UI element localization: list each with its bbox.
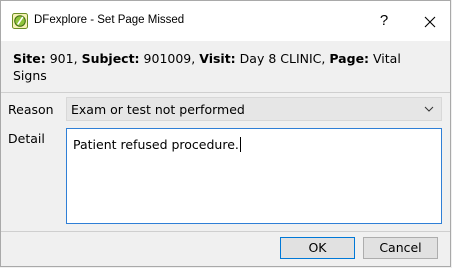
divider <box>1 92 450 93</box>
detail-label: Detail <box>8 131 45 146</box>
visit-label: Visit: <box>199 51 236 66</box>
visit-value: Day 8 CLINIC, <box>239 51 326 66</box>
subject-value: 901009, <box>143 51 196 66</box>
set-page-missed-dialog: DFexplore - Set Page Missed ? Site: 901,… <box>0 0 451 267</box>
detail-text: Patient refused procedure. <box>73 137 239 152</box>
reason-selected-value: Exam or test not performed <box>71 102 245 117</box>
text-caret <box>239 137 241 152</box>
site-label: Site: <box>13 51 46 66</box>
dfexplore-app-icon <box>12 13 28 29</box>
reason-dropdown[interactable]: Exam or test not performed <box>66 97 442 121</box>
chevron-down-icon <box>424 106 434 112</box>
site-value: 901, <box>49 51 78 66</box>
title-bar[interactable]: DFexplore - Set Page Missed ? <box>1 1 450 41</box>
cancel-button[interactable]: Cancel <box>363 237 438 259</box>
page-label: Page: <box>329 51 370 66</box>
help-button[interactable]: ? <box>361 1 407 41</box>
page-info: Site: 901, Subject: 901009, Visit: Day 8… <box>13 50 433 84</box>
window-title: DFexplore - Set Page Missed <box>34 14 185 26</box>
close-icon <box>424 16 435 27</box>
reason-label: Reason <box>8 102 54 117</box>
close-button[interactable] <box>407 1 452 41</box>
ok-button[interactable]: OK <box>280 237 355 259</box>
divider <box>1 231 450 232</box>
detail-textarea[interactable]: Patient refused procedure. <box>66 128 442 224</box>
subject-label: Subject: <box>81 51 140 66</box>
